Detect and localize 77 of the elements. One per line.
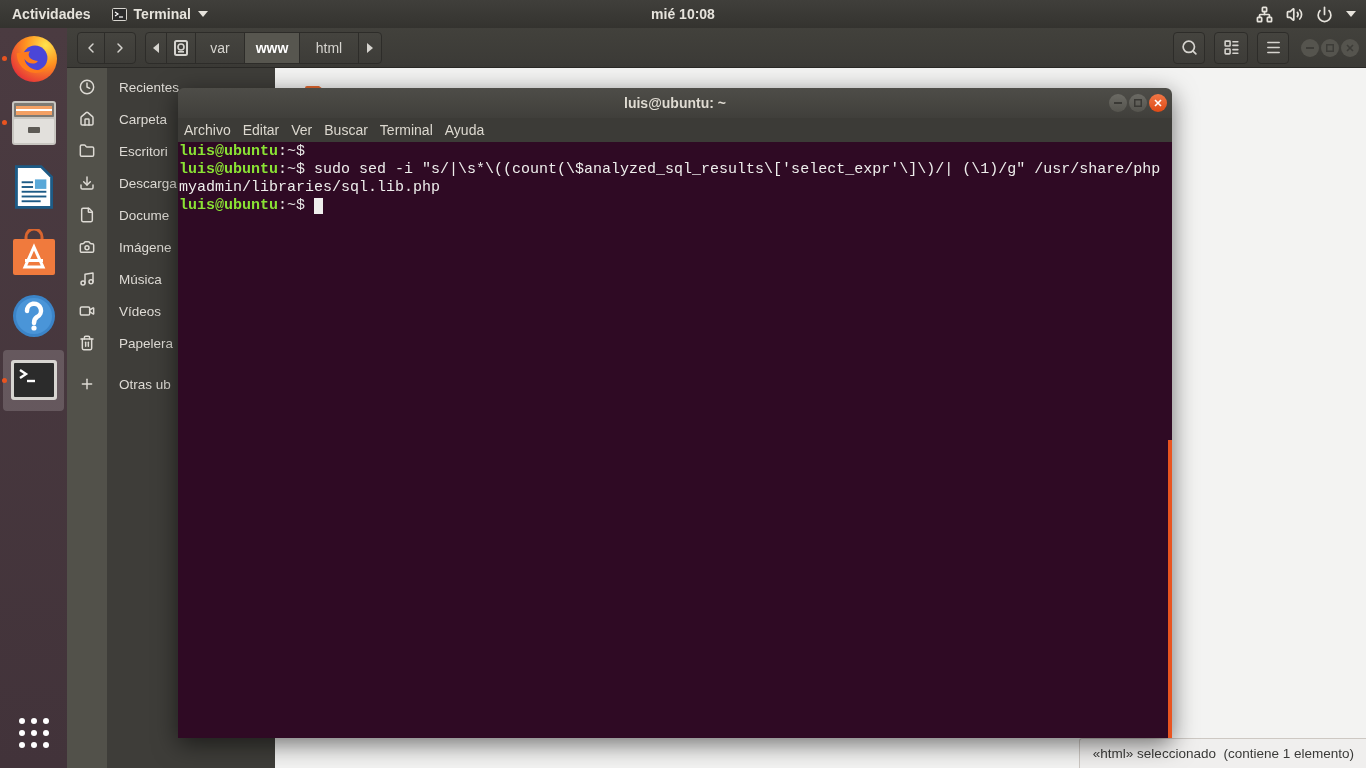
close-button[interactable]: [1149, 94, 1167, 112]
sidebar-item[interactable]: Descarga: [67, 167, 177, 199]
caret-down-icon: [197, 11, 208, 17]
folder-icon: [79, 143, 95, 159]
help-icon: [12, 295, 55, 338]
activities-button[interactable]: Actividades: [0, 0, 101, 28]
network-icon[interactable]: [1256, 5, 1273, 23]
video-icon: [79, 303, 95, 319]
status-bar: «html» seleccionado (contiene 1 elemento): [1078, 738, 1366, 768]
drive-button[interactable]: [166, 31, 196, 64]
sidebar-item[interactable]: Papelera: [67, 327, 174, 359]
caret-left-icon: [153, 42, 159, 53]
search-button[interactable]: [1173, 31, 1205, 64]
sidebar-item[interactable]: Vídeos: [67, 295, 162, 327]
command-text: sudo sed -i "s/|\s*\((count(\$analyzed_sql_results\['select_expr'\]\)/| (\1)/g" /usr/share/php: [314, 161, 1161, 179]
menu-item[interactable]: Ayuda: [438, 118, 491, 142]
path-scroll-left-button[interactable]: [145, 31, 167, 64]
back-button[interactable]: [77, 31, 105, 64]
show-apps-button[interactable]: [18, 718, 49, 748]
close-icon: [1346, 43, 1354, 52]
menu-icon: [1264, 39, 1282, 56]
view-button[interactable]: [1214, 31, 1248, 64]
file-cabinet-icon: [11, 100, 56, 145]
plus-icon: [79, 376, 95, 392]
sidebar-item[interactable]: Otras ub: [67, 368, 171, 400]
path-segment[interactable]: www: [244, 31, 300, 64]
sidebar-item[interactable]: Escritori: [67, 135, 168, 167]
menu-item[interactable]: Archivo: [178, 118, 237, 142]
menu-item[interactable]: Terminal: [373, 118, 439, 142]
dock-launcher[interactable]: [3, 349, 64, 411]
close-icon: [1154, 99, 1162, 107]
menu-item[interactable]: Editar: [236, 118, 286, 142]
path-segment[interactable]: var: [195, 31, 245, 64]
menu-button[interactable]: [1257, 31, 1289, 64]
sidebar-item[interactable]: Docume: [67, 199, 170, 231]
shopping-bag-icon: [12, 228, 55, 275]
terminal-icon: [10, 360, 57, 401]
trash-icon: [79, 335, 95, 351]
download-icon: [79, 175, 95, 191]
caret-right-icon: [367, 42, 373, 53]
document-icon: [14, 165, 53, 210]
prompt-user-host: luis@ubuntu: [179, 143, 279, 161]
prompt-path: :~$: [278, 161, 306, 179]
prompt-path: :~$: [278, 197, 306, 215]
path-scroll-right-button[interactable]: [358, 31, 382, 64]
camera-icon: [79, 239, 95, 255]
sidebar-item[interactable]: Recientes: [67, 71, 180, 103]
clock-button[interactable]: mié 10:08: [643, 0, 723, 28]
sidebar-item[interactable]: Imágene: [67, 231, 172, 263]
search-icon: [1180, 39, 1198, 56]
home-icon: [79, 111, 95, 127]
music-icon: [79, 271, 95, 287]
prompt-user-host: luis@ubuntu: [179, 161, 279, 179]
app-grid-icon: [18, 718, 49, 748]
forward-button[interactable]: [104, 31, 136, 64]
caret-down-icon: [1346, 11, 1356, 17]
power-icon[interactable]: [1316, 5, 1333, 23]
list-view-icon: [1222, 39, 1240, 56]
menu-item[interactable]: Buscar: [318, 118, 374, 142]
app-menu-button[interactable]: Terminal: [100, 0, 214, 28]
prompt-path: :~$: [278, 143, 306, 161]
sidebar-item[interactable]: Música: [67, 263, 162, 295]
menu-item[interactable]: Ver: [285, 118, 319, 142]
fox-globe-icon: [10, 35, 57, 82]
window-title: luis@ubuntu: ~: [624, 95, 726, 111]
maximize-icon: [1326, 43, 1334, 52]
volume-icon[interactable]: [1286, 5, 1303, 23]
clock-icon: [79, 79, 95, 95]
prompt-user-host: luis@ubuntu: [179, 197, 279, 215]
minimize-icon: [1114, 102, 1122, 104]
terminal-icon: [111, 7, 127, 21]
file-icon: [79, 207, 95, 223]
path-segment[interactable]: html: [299, 31, 359, 64]
sidebar-item[interactable]: Carpeta: [67, 103, 168, 135]
command-text: myadmin/libraries/sql.lib.php: [179, 179, 441, 197]
drive-icon: [174, 39, 188, 56]
maximize-icon: [1134, 99, 1142, 107]
